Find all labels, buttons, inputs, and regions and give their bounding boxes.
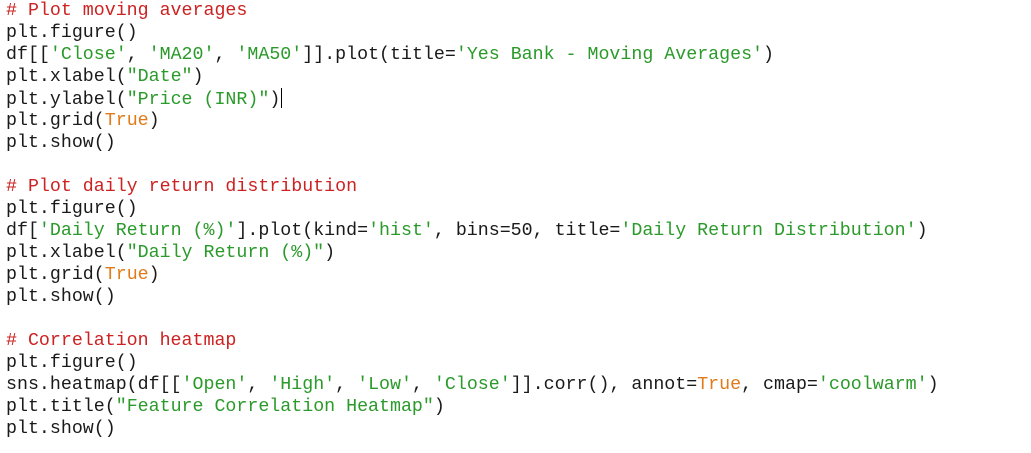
code-text: ) <box>192 67 204 87</box>
code-text: plt.figure() <box>6 353 138 373</box>
code-text: , <box>411 375 434 395</box>
code-text: plt.ylabel( <box>6 90 127 110</box>
code-text: , <box>335 375 358 395</box>
code-line[interactable]: plt.grid(True) <box>0 264 1031 286</box>
code-text: ) <box>433 397 445 417</box>
code-text: ].plot(kind= <box>236 221 369 241</box>
code-text: ) <box>269 90 281 110</box>
code-string: 'coolwarm' <box>817 375 928 395</box>
code-text: plt.title( <box>6 397 116 417</box>
code-text: ) <box>148 111 160 131</box>
code-string: 'Low' <box>357 375 412 395</box>
code-string: "Date" <box>126 67 193 87</box>
code-line[interactable]: plt.grid(True) <box>0 110 1031 132</box>
code-line[interactable]: plt.show() <box>0 132 1031 154</box>
code-string: 'Yes Bank - Moving Averages' <box>455 45 764 65</box>
code-string: "Price (INR)" <box>126 90 270 110</box>
code-text: ) <box>927 375 939 395</box>
code-line[interactable]: # Plot moving averages <box>0 0 1031 22</box>
code-line[interactable]: plt.show() <box>0 286 1031 308</box>
code-string: 'Open' <box>181 375 248 395</box>
code-line[interactable]: plt.figure() <box>0 352 1031 374</box>
code-text: plt.figure() <box>6 23 138 43</box>
code-line[interactable]: plt.xlabel("Date") <box>0 66 1031 88</box>
code-text: ) <box>148 265 160 285</box>
code-comment: # Correlation heatmap <box>6 331 237 351</box>
code-string: 'MA20' <box>148 45 215 65</box>
code-string: 'High' <box>269 375 336 395</box>
code-string: 'Daily Return Distribution' <box>620 221 917 241</box>
code-text: ) <box>763 45 775 65</box>
code-line[interactable]: plt.figure() <box>0 22 1031 44</box>
code-comment: # Plot moving averages <box>6 1 248 21</box>
text-caret <box>281 88 283 108</box>
code-text: ) <box>916 221 928 241</box>
code-text: df[[ <box>6 45 50 65</box>
code-string: 'Close' <box>49 45 127 65</box>
code-text: plt.show() <box>6 287 116 307</box>
code-line[interactable]: sns.heatmap(df[['Open', 'High', 'Low', '… <box>0 374 1031 396</box>
blank-line[interactable] <box>0 154 1031 176</box>
code-text: , bins=50, title= <box>433 221 621 241</box>
code-text: , <box>247 375 270 395</box>
code-string: 'Close' <box>433 375 511 395</box>
code-constant: True <box>104 265 149 285</box>
code-text: , cmap= <box>741 375 818 395</box>
code-text: plt.show() <box>6 133 116 153</box>
blank-line[interactable] <box>0 308 1031 330</box>
code-text: ) <box>324 243 336 263</box>
code-text: plt.xlabel( <box>6 67 127 87</box>
code-line[interactable]: # Correlation heatmap <box>0 330 1031 352</box>
code-line[interactable]: plt.show() <box>0 418 1031 440</box>
code-line[interactable]: plt.xlabel("Daily Return (%)") <box>0 242 1031 264</box>
code-line[interactable]: plt.figure() <box>0 198 1031 220</box>
code-text: sns.heatmap(df[[ <box>6 375 182 395</box>
code-lines: # Plot moving averages plt.figure() df[['C… <box>0 0 1031 440</box>
code-line[interactable]: df['Daily Return (%)'].plot(kind='hist',… <box>0 220 1031 242</box>
code-line[interactable]: plt.ylabel("Price (INR)") <box>0 88 1031 110</box>
code-string: 'MA50' <box>236 45 303 65</box>
code-text: plt.figure() <box>6 199 138 219</box>
code-string: 'hist' <box>368 221 434 241</box>
code-text: plt.xlabel( <box>6 243 127 263</box>
code-line[interactable]: df[['Close', 'MA20', 'MA50']].plot(title… <box>0 44 1031 66</box>
code-text: df[ <box>6 221 39 241</box>
code-text: , <box>126 45 149 65</box>
code-text: ]].plot(title= <box>302 45 456 65</box>
code-string: "Feature Correlation Heatmap" <box>115 397 434 417</box>
code-text: , <box>214 45 237 65</box>
code-text: plt.grid( <box>6 265 105 285</box>
code-string: "Daily Return (%)" <box>126 243 325 263</box>
code-constant: True <box>104 111 149 131</box>
code-string: 'Daily Return (%)' <box>38 221 237 241</box>
code-line[interactable]: # Plot daily return distribution <box>0 176 1031 198</box>
code-text: plt.grid( <box>6 111 105 131</box>
code-line[interactable]: plt.title("Feature Correlation Heatmap") <box>0 396 1031 418</box>
code-editor[interactable]: # Plot moving averages plt.figure() df[['C… <box>0 0 1031 453</box>
code-text: plt.show() <box>6 419 116 439</box>
code-text: ]].corr(), annot= <box>510 375 698 395</box>
code-comment: # Plot daily return distribution <box>6 177 358 197</box>
code-constant: True <box>697 375 742 395</box>
